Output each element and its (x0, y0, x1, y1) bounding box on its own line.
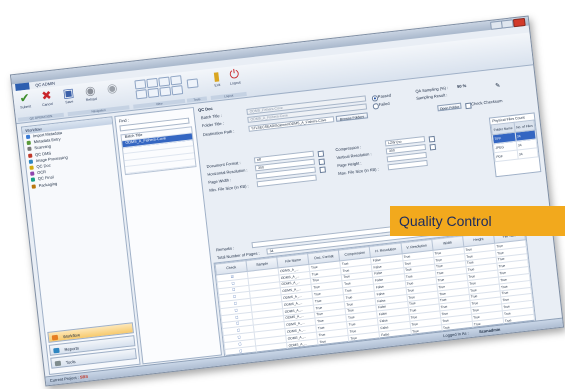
vertical-resolution-label: Vertical Resolution : (336, 151, 372, 161)
physical-files-count-panel: Physical Files Count Folder Name No. of … (488, 112, 542, 178)
open-folder-button[interactable]: Open Folder (437, 102, 462, 112)
exit-button[interactable]: ▮ Exit (208, 69, 226, 93)
sampling-result-label: Sampling Result : (415, 92, 448, 101)
logged-in-value: Scanadmin (478, 326, 501, 335)
compression-check[interactable] (428, 135, 435, 143)
remarks-label: Remarks : (215, 245, 235, 253)
disc-icon: ◉ (106, 80, 119, 96)
final-icon (30, 177, 36, 183)
reload-button[interactable]: ◉ Reload (82, 83, 100, 108)
view-detail-icon[interactable] (159, 86, 172, 97)
max-file-size-field[interactable] (387, 159, 428, 170)
submit-button[interactable]: ✔ Submit (16, 91, 34, 115)
workflow-icon (51, 334, 59, 341)
folder-title-label: Folder Title : (201, 120, 225, 129)
failed-label: Failed (378, 100, 390, 107)
logout-button[interactable]: ⏻ Logout (226, 67, 244, 91)
workflow-tree: Import Metadata Metadata Entry Scanning QC … (23, 124, 119, 190)
document-format-check[interactable] (317, 150, 324, 157)
previous-record-icon[interactable] (146, 77, 159, 89)
find-results-list: Batch Title ODMS_A_Fishers-Cove (120, 125, 197, 175)
image-icon (28, 159, 34, 164)
ribbon-group-label: View (133, 98, 186, 109)
save-button[interactable]: ▣ Save (60, 85, 78, 110)
app-window: QC ADMIN ✔ Submit ✖ Cancel ▣ Save ◉ Reload ◉ ▮ E… (9, 15, 565, 387)
ribbon-button-label: Cancel (41, 101, 54, 108)
max-file-size-label: Max. File Size (in KB) : (337, 166, 379, 177)
horizontal-resolution-check[interactable] (318, 158, 325, 165)
ocr-icon (30, 171, 35, 176)
page-width-check[interactable] (319, 166, 326, 173)
ribbon-group-label: Tools (186, 96, 208, 103)
page-width-label: Page Width : (208, 177, 232, 185)
metadata-icon (26, 140, 31, 146)
first-record-icon[interactable] (134, 79, 147, 90)
current-project-label: Current Project : (49, 374, 80, 383)
tools-icon (54, 360, 62, 367)
doc-icon (29, 165, 34, 170)
logged-in-label: Logged In As : (442, 330, 469, 339)
pin-icon[interactable]: ✎ (495, 82, 501, 90)
scanner-icon (27, 146, 32, 152)
passed-label: Passed (377, 92, 392, 100)
ribbon-button-label: Reload (85, 96, 97, 103)
package-icon (31, 183, 36, 189)
quality-control-banner: Quality Control (390, 206, 565, 236)
pfc-cell: PDF (494, 150, 518, 162)
batch-title-label: Batch Title : (200, 112, 223, 121)
nav-button-label: Tools (65, 358, 76, 366)
view-grid-icon[interactable] (147, 87, 160, 99)
section-title: QC Doc (197, 105, 213, 113)
destination-path-label: Destination Path : (202, 128, 235, 138)
last-record-icon[interactable] (170, 75, 183, 86)
min-file-size-label: Min. File Size (in KB) : (208, 183, 249, 193)
option-button[interactable]: ◉ (103, 81, 121, 105)
view-list-icon[interactable] (135, 89, 148, 100)
vertical-resolution-check[interactable] (429, 143, 436, 150)
maximize-button[interactable] (500, 19, 514, 29)
sidebar-item-label: OCR (36, 169, 47, 176)
next-record-icon[interactable] (158, 76, 171, 87)
close-button[interactable] (512, 17, 526, 28)
check-checksum-label: Check Checksum (470, 97, 503, 107)
current-project-value: SBS (79, 373, 89, 380)
page-height-label: Page Height : (337, 160, 362, 169)
ribbon-button-label: Submit (20, 104, 32, 110)
reports-icon (53, 347, 60, 354)
ribbon-group-label: Logout (210, 91, 247, 100)
cancel-button[interactable]: ✖ Cancel (38, 88, 56, 113)
import-icon (25, 134, 31, 140)
refresh-icon[interactable] (171, 85, 184, 96)
save-icon: ▣ (61, 85, 75, 101)
qc-icon (27, 153, 33, 158)
nav-button-label: Workflow (62, 332, 81, 340)
compression-label: Compression : (335, 144, 362, 153)
horizontal-resolution-label: Horizontal Resolution : (207, 167, 248, 177)
nav-button-label: Reports (64, 345, 80, 353)
browse-folders-button[interactable]: Browse Folders (335, 112, 369, 122)
sidebar-item-label: Packaging (38, 180, 58, 188)
qa-sampling-value: 50 % (456, 82, 467, 89)
pfc-cell: 34 (516, 147, 539, 160)
tools-small-icon[interactable] (186, 78, 199, 89)
